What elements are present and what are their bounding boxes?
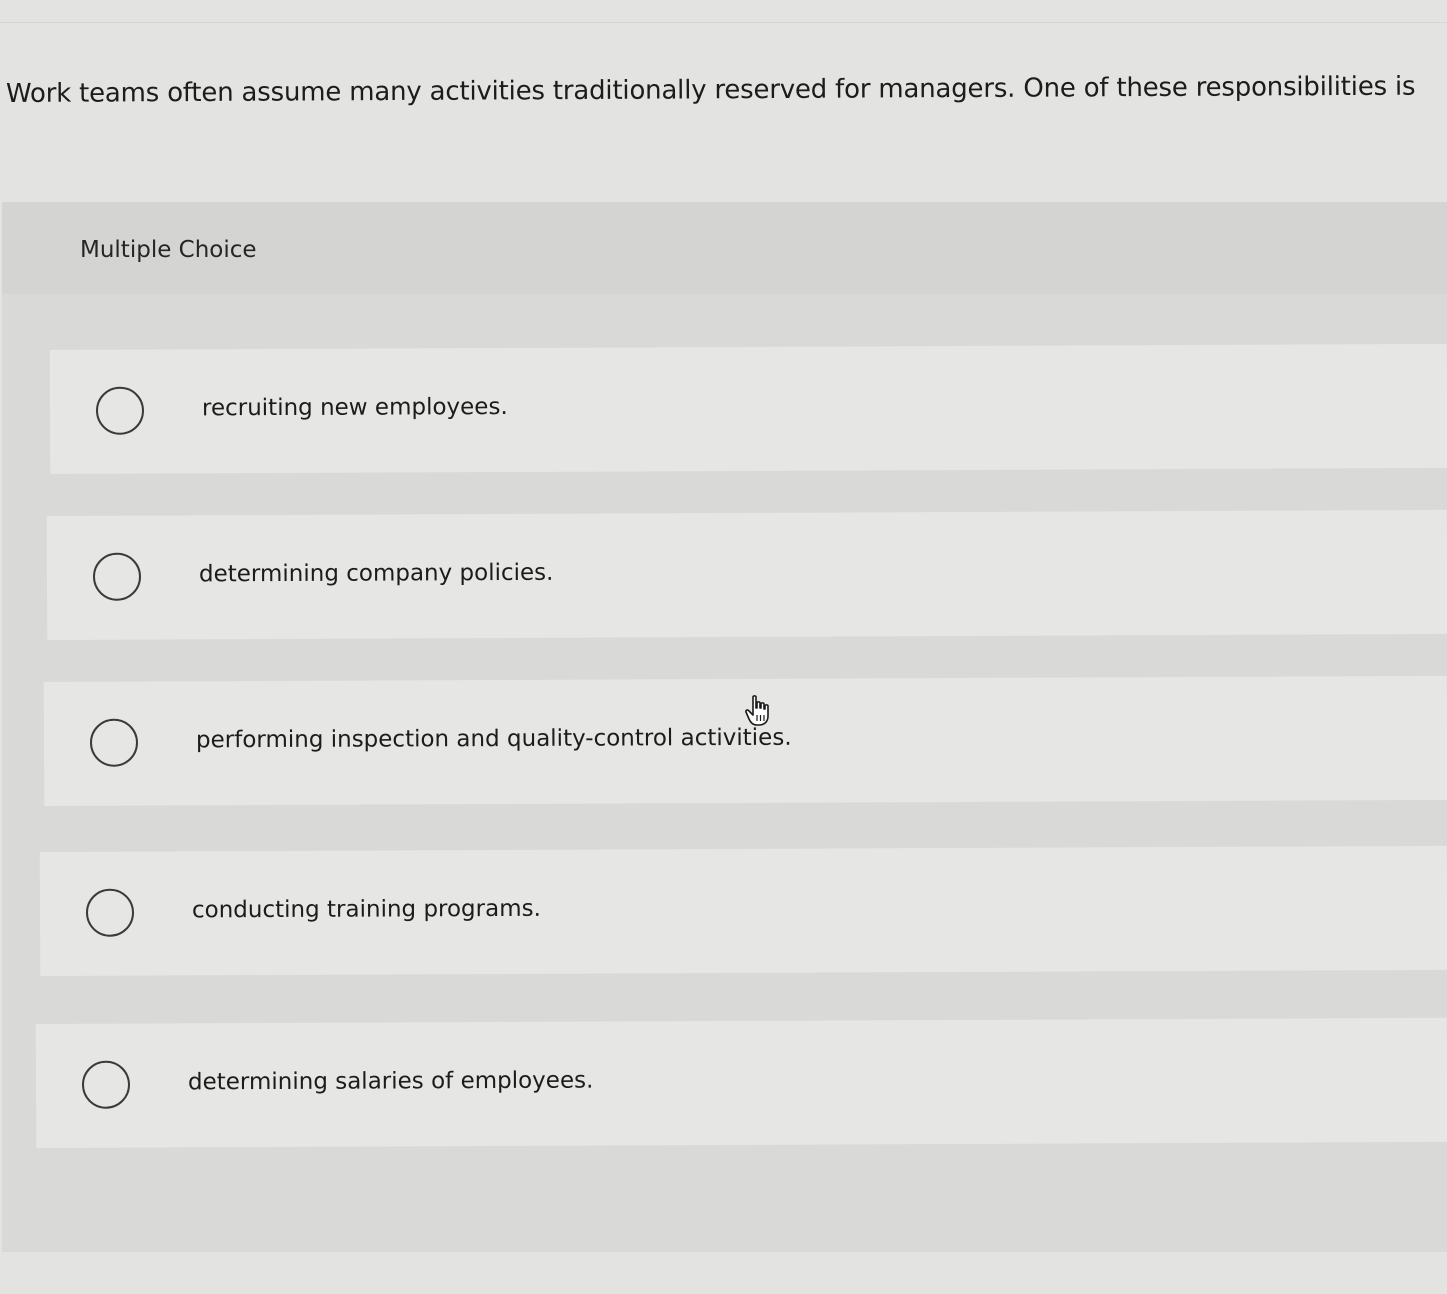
radio-button[interactable] bbox=[92, 552, 142, 601]
top-divider bbox=[0, 22, 1447, 23]
radio-button[interactable] bbox=[95, 386, 145, 435]
hand-pointer-icon bbox=[745, 695, 769, 726]
option-2[interactable]: determining company policies. bbox=[46, 509, 1447, 640]
option-label: recruiting new employees. bbox=[201, 394, 508, 422]
multiple-choice-panel: Multiple Choice recruiting new employees… bbox=[2, 202, 1447, 1252]
option-5[interactable]: determining salaries of employees. bbox=[35, 1017, 1447, 1148]
option-1[interactable]: recruiting new employees. bbox=[49, 343, 1447, 474]
option-label: determining salaries of employees. bbox=[187, 1067, 594, 1096]
option-label: performing inspection and quality-contro… bbox=[195, 724, 792, 754]
option-label: conducting training programs. bbox=[191, 895, 541, 924]
radio-button[interactable] bbox=[89, 718, 139, 767]
option-label: determining company policies. bbox=[198, 559, 554, 588]
question-prompt: Work teams often assume many activities … bbox=[5, 71, 1416, 109]
radio-button[interactable] bbox=[85, 888, 135, 937]
radio-button[interactable] bbox=[81, 1060, 131, 1109]
answer-options: recruiting new employees. determining co… bbox=[2, 202, 1447, 1252]
option-4[interactable]: conducting training programs. bbox=[39, 845, 1447, 976]
